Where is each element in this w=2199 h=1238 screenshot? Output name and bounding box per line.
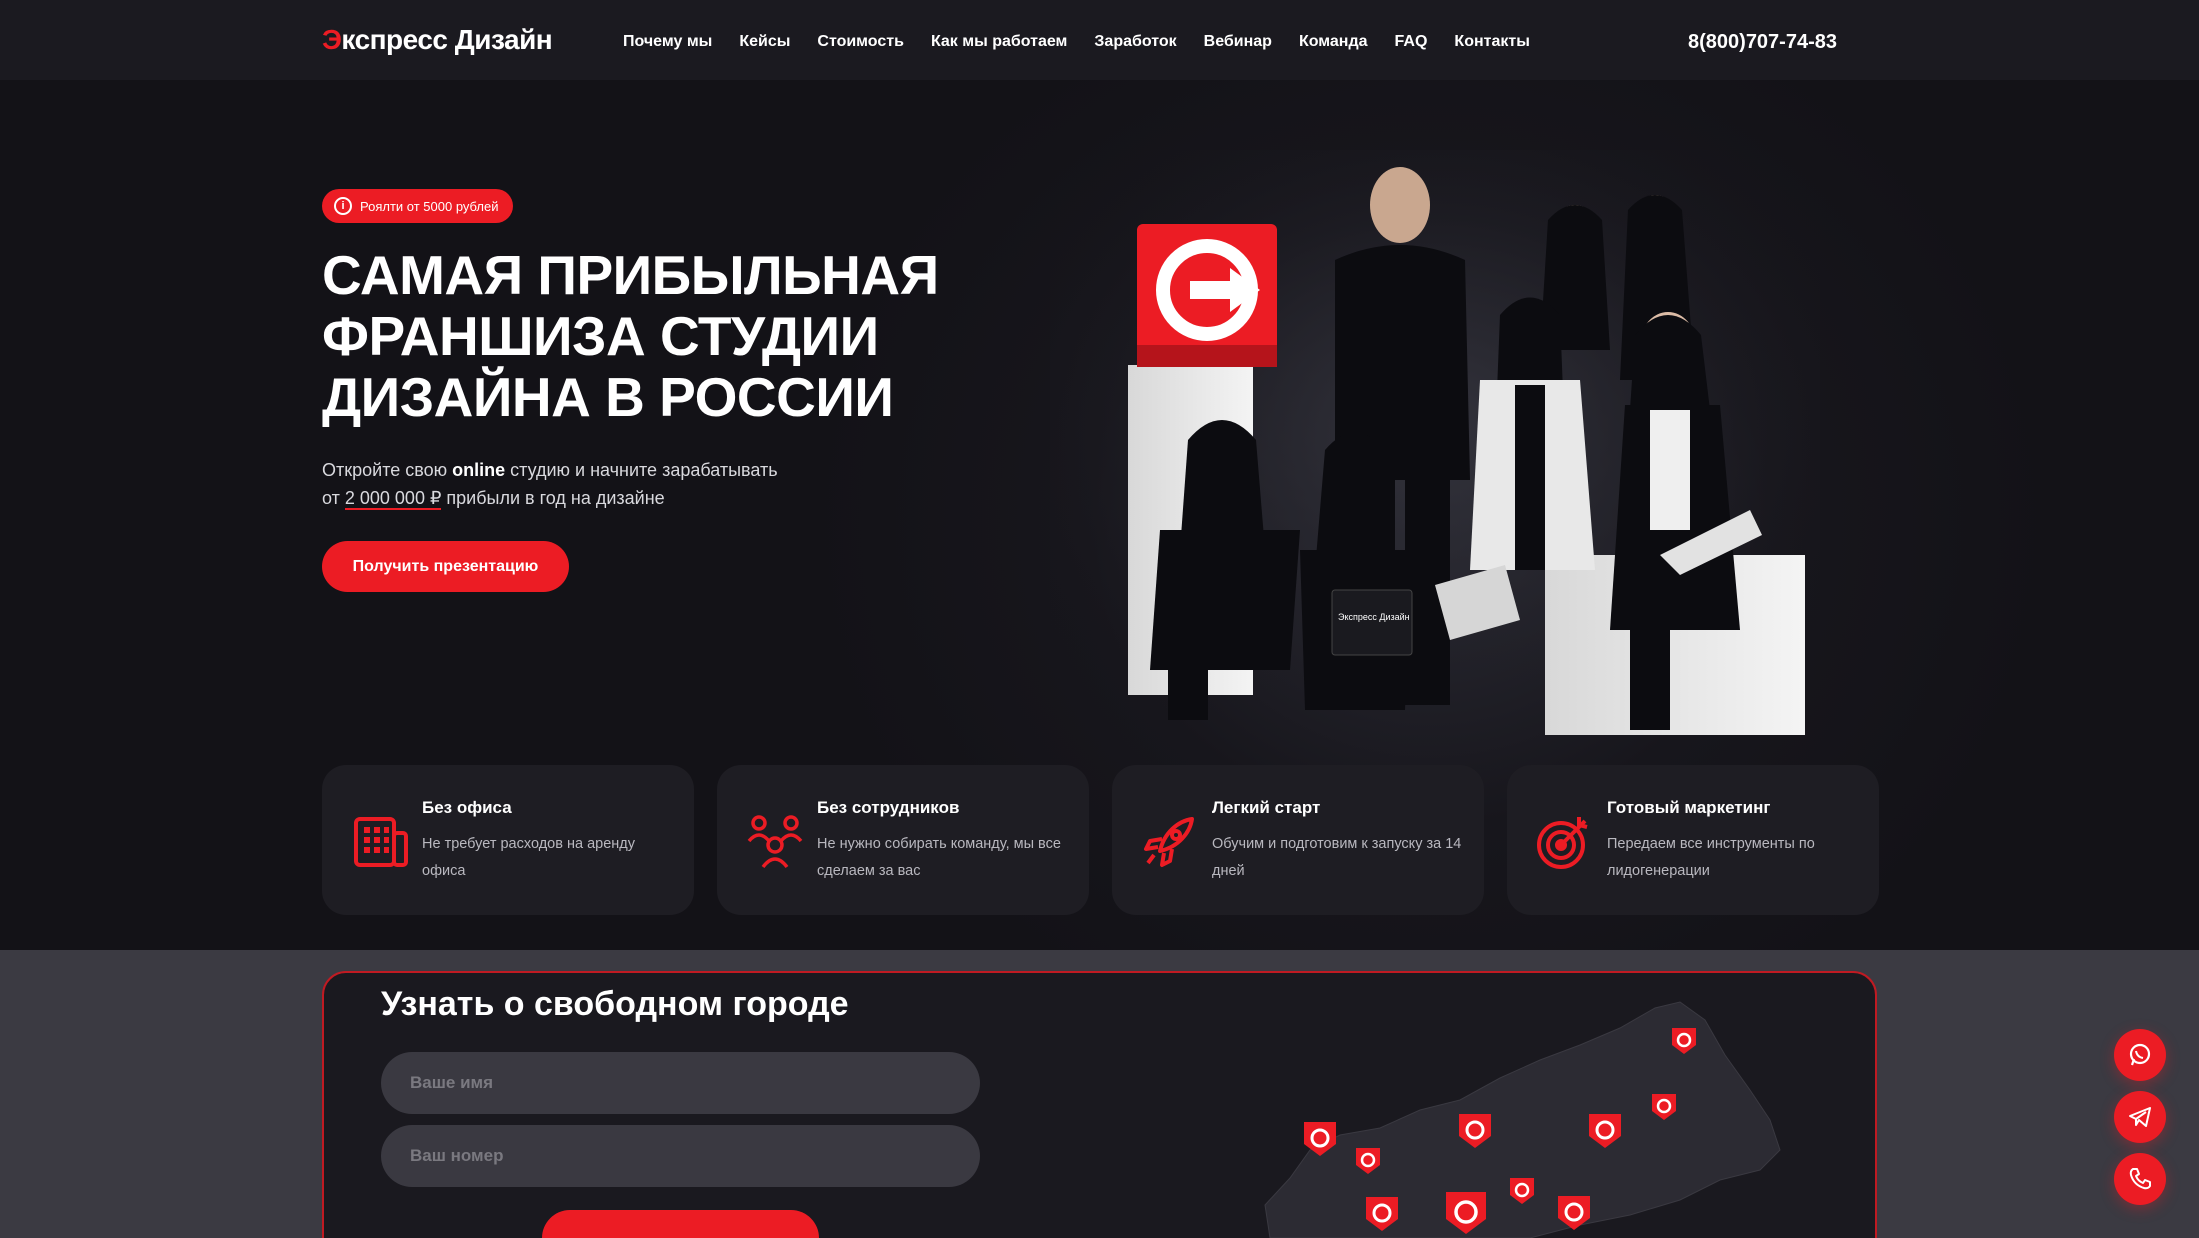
- target-icon: [1537, 817, 1588, 869]
- feature-desc: Обучим и подготовим к запуску за 14 дней: [1212, 836, 1462, 879]
- nav-item-team[interactable]: Команда: [1299, 33, 1368, 51]
- header-phone-link[interactable]: 8(800)707-74-83: [1688, 31, 1837, 54]
- hero-title: САМАЯ ПРИБЫЛЬНАЯ ФРАНШИЗА СТУДИИ ДИЗАЙНА…: [322, 244, 939, 428]
- name-input[interactable]: [381, 1052, 980, 1114]
- russia-map: [1264, 1001, 1781, 1238]
- get-presentation-button[interactable]: Получить презентацию: [322, 541, 569, 592]
- feature-desc: Передаем все инструменты по лидогенераци…: [1607, 836, 1815, 879]
- feature-desc: Не требует расходов на аренду офиса: [422, 836, 635, 879]
- nav-item-earnings[interactable]: Заработок: [1094, 33, 1176, 51]
- free-city-title: Узнать о свободном городе: [381, 985, 849, 1023]
- telegram-icon: [2129, 1107, 2151, 1127]
- team-icon: [747, 815, 803, 869]
- feature-title: Без сотрудников: [817, 798, 960, 817]
- nav-item-why-us[interactable]: Почему мы: [623, 33, 712, 51]
- features-row: Без офиса Не требует расходов на аренду …: [322, 765, 1879, 915]
- feature-card-marketing: Готовый маркетинг Передаем все инструмен…: [1507, 765, 1879, 915]
- royalty-badge-text: Роялти от 5000 рублей: [360, 198, 499, 214]
- telegram-button[interactable]: [2114, 1091, 2166, 1143]
- feature-card-easy-start: Легкий старт Обучим и подготовим к запус…: [1112, 765, 1484, 915]
- feature-card-no-staff: Без сотрудников Не нужно собирать команд…: [717, 765, 1089, 915]
- feature-title: Легкий старт: [1212, 798, 1321, 817]
- logo[interactable]: Экспресс Дизайн: [322, 24, 553, 56]
- nav-item-cases[interactable]: Кейсы: [739, 33, 790, 51]
- feature-title: Готовый маркетинг: [1607, 798, 1771, 817]
- feature-desc: Не нужно собирать команду, мы все сделае…: [817, 836, 1061, 879]
- logo-cube: [1137, 224, 1277, 367]
- nav-item-contacts[interactable]: Контакты: [1454, 33, 1529, 51]
- nav-item-faq[interactable]: FAQ: [1395, 33, 1428, 51]
- notebook-label: Экспресс Дизайн: [1338, 612, 1410, 622]
- feature-card-no-office: Без офиса Не требует расходов на аренду …: [322, 765, 694, 915]
- team-photo: Экспресс Дизайн: [1050, 150, 1820, 770]
- rocket-icon: [1144, 817, 1194, 867]
- whatsapp-icon: [2129, 1043, 2151, 1066]
- nav-item-how-we-work[interactable]: Как мы работаем: [931, 33, 1067, 51]
- phone-input[interactable]: [381, 1125, 980, 1187]
- free-city-submit-button[interactable]: Узнать о свободном городе: [542, 1210, 819, 1238]
- site-header: Экспресс Дизайн Почему мы Кейсы Стоимост…: [0, 0, 2199, 80]
- nav-item-price[interactable]: Стоимость: [817, 33, 904, 51]
- hero-subtitle: Откройте свою online студию и начните за…: [322, 460, 778, 510]
- phone-icon: [2129, 1168, 2151, 1190]
- nav-item-webinar[interactable]: Вебинар: [1204, 33, 1272, 51]
- main-nav: Почему мы Кейсы Стоимость Как мы работае…: [623, 33, 1557, 51]
- royalty-badge: i Роялти от 5000 рублей: [322, 189, 513, 223]
- call-button[interactable]: [2114, 1153, 2166, 1205]
- feature-title: Без офиса: [422, 798, 512, 817]
- building-icon: [354, 817, 408, 867]
- info-icon: i: [334, 197, 352, 215]
- whatsapp-button[interactable]: [2114, 1029, 2166, 1081]
